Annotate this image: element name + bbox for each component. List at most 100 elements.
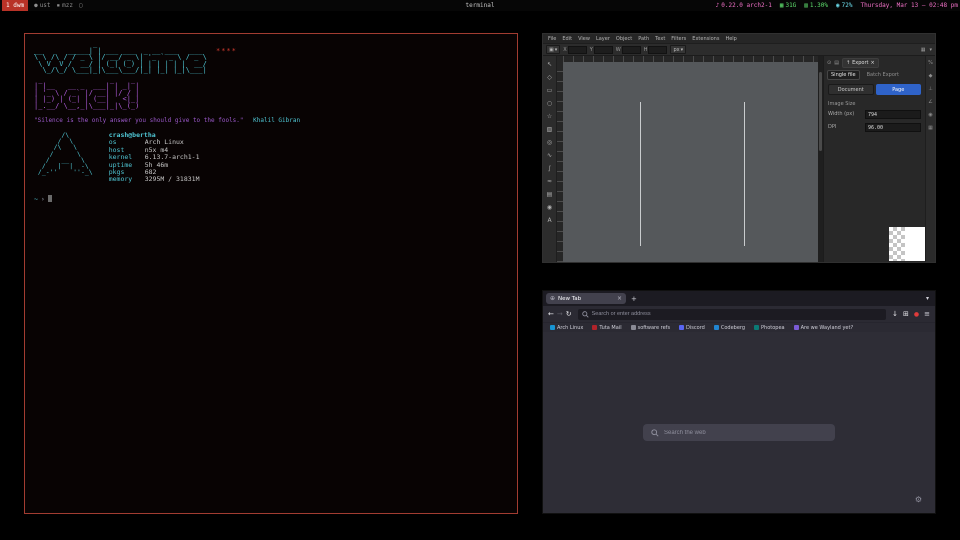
export-dock-tab[interactable]: ↑ Export ×	[842, 58, 879, 68]
ellipse-tool[interactable]: ○	[544, 97, 556, 110]
new-tab-button[interactable]: +	[631, 295, 637, 303]
hamburger-menu-icon[interactable]: ≡	[924, 310, 930, 318]
list-tabs-chevron-icon[interactable]: ▾	[926, 295, 929, 302]
extensions-icon[interactable]: ⊞	[903, 311, 909, 318]
forward-button[interactable]: →	[557, 311, 563, 318]
layout-symbol-icon[interactable]: ▢	[79, 2, 83, 9]
back-button[interactable]: ←	[548, 311, 554, 318]
url-bar[interactable]	[578, 309, 887, 320]
snap-bbox-icon[interactable]: ◆	[929, 73, 933, 79]
x-input[interactable]	[568, 46, 587, 54]
menu-text[interactable]: Text	[655, 36, 665, 42]
snap-node-icon[interactable]: ⊥	[928, 86, 932, 92]
prompt-cwd: ~	[34, 195, 38, 203]
menu-extensions[interactable]: Extensions	[692, 36, 719, 42]
snap-global-icon[interactable]: %	[928, 60, 933, 66]
tab-single-file[interactable]: Single file	[827, 70, 860, 80]
menu-help[interactable]: Help	[725, 36, 736, 42]
gradient-tool-icon: ▤	[547, 191, 553, 198]
menu-view[interactable]: View	[578, 36, 590, 42]
bookmark-are-we-wayland-yet[interactable]: Are we Wayland yet?	[794, 325, 853, 331]
snap-center-icon[interactable]: ◉	[928, 112, 932, 118]
unit-dropdown[interactable]: px ▾	[670, 45, 686, 54]
tab-batch-export[interactable]: Batch Export	[864, 71, 902, 79]
gradient-tool[interactable]: ▤	[544, 188, 556, 201]
newtab-search-input[interactable]	[664, 430, 827, 436]
arch-favicon	[550, 325, 555, 330]
y-input[interactable]	[594, 46, 613, 54]
snap-angle-icon[interactable]: ∠	[928, 99, 932, 105]
menu-edit[interactable]: Edit	[562, 36, 572, 42]
reload-button[interactable]: ↻	[566, 311, 572, 318]
scrollbar-thumb[interactable]	[819, 72, 822, 150]
inkscape-window: File Edit View Layer Object Path Text Fi…	[542, 33, 936, 263]
unit-label: px	[673, 47, 679, 53]
inkscape-canvas[interactable]	[563, 62, 818, 262]
menu-path[interactable]: Path	[638, 36, 649, 42]
h-field-label: H	[644, 47, 648, 53]
dock-wrench-icon[interactable]: ⊙	[827, 60, 831, 66]
discord-favicon	[679, 325, 684, 330]
select-tool-icon: ↖	[547, 61, 552, 68]
menu-layer[interactable]: Layer	[596, 36, 610, 42]
bookmark-arch-linux[interactable]: Arch Linux	[550, 325, 583, 331]
personalize-gear-icon[interactable]: ⚙	[915, 495, 922, 504]
text-tool[interactable]: A	[544, 214, 556, 227]
dpi-input[interactable]	[865, 123, 921, 132]
bookmark-codeberg[interactable]: Codeberg	[714, 325, 745, 331]
box3d-tool[interactable]: ▧	[544, 123, 556, 136]
export-document-button[interactable]: Document	[828, 84, 874, 95]
canvas-vertical-scrollbar[interactable]	[818, 56, 823, 262]
dropper-tool[interactable]: ◉	[544, 201, 556, 214]
menu-filters[interactable]: Filters	[671, 36, 686, 42]
bookmark-discord[interactable]: Discord	[679, 325, 705, 331]
star-tool[interactable]: ☆	[544, 110, 556, 123]
snap-toolbar: % ◆ ⊥ ∠ ◉ ▦	[925, 56, 935, 262]
bookmark-label: Arch Linux	[557, 325, 583, 331]
terminal-window[interactable]: _ __ _____| | ___ ___ _ __ ___ ___ \ \ /…	[24, 33, 518, 514]
chevron-down-icon[interactable]: ▾	[929, 47, 932, 53]
snap-icon[interactable]: ▦	[921, 47, 926, 53]
newtab-search-box[interactable]	[643, 424, 835, 441]
menu-object[interactable]: Object	[616, 36, 632, 42]
calligraphy-tool[interactable]: ≈	[544, 175, 556, 188]
select-tool[interactable]: ↖	[544, 58, 556, 71]
fetch-row-memory: memory 3295M / 31831M	[109, 176, 200, 183]
bookmark-tuta-mail[interactable]: Tuta Mail	[592, 325, 621, 331]
export-width-row: Width (px)	[828, 110, 921, 119]
width-input[interactable]	[865, 110, 921, 119]
downloads-icon[interactable]: ↓	[892, 311, 898, 318]
pen-tool[interactable]: ∫	[544, 162, 556, 175]
snap-grid-icon[interactable]: ▦	[928, 125, 933, 131]
folder-icon	[631, 325, 636, 330]
w-input[interactable]	[622, 46, 641, 54]
menu-file[interactable]: File	[548, 36, 556, 42]
bookmark-photopea[interactable]: Photopea	[754, 325, 785, 331]
browser-tab-newtab[interactable]: ⊕ New Tab ×	[546, 293, 626, 304]
workspace-tag-ust[interactable]: ● ust	[34, 2, 50, 9]
close-icon[interactable]: ×	[871, 60, 875, 66]
workspace-tag-active[interactable]: 1 dwm	[2, 0, 28, 11]
export-page-button[interactable]: Page	[876, 84, 922, 95]
photopea-favicon	[754, 325, 759, 330]
tool-options-button[interactable]: ▣ ▾	[546, 45, 560, 54]
h-input[interactable]	[648, 46, 667, 54]
system-fetch: /\ / \ /\ \ / \ / __ \ / | | -\ /_-'' ''…	[34, 132, 508, 184]
recorder-extension-icon[interactable]: ●	[914, 311, 919, 318]
bookmark-label: Tuta Mail	[599, 325, 621, 331]
shell-prompt[interactable]: ~ ›	[34, 195, 508, 203]
workspace-tag-mzz[interactable]: ▪ mzz	[57, 2, 73, 9]
bookmark-software-refs[interactable]: software refs	[631, 325, 670, 331]
status-clock-text: Thursday, Mar 13 — 02:48 pm	[860, 2, 958, 9]
spiral-tool[interactable]: ◎	[544, 136, 556, 149]
node-tool[interactable]: ◇	[544, 71, 556, 84]
pencil-tool[interactable]: ∿	[544, 149, 556, 162]
url-input[interactable]	[592, 311, 883, 317]
dock-panel-icon[interactable]: ▤	[834, 60, 839, 66]
tab-close-icon[interactable]: ×	[617, 295, 622, 302]
status-bar: 1 dwm ● ust ▪ mzz ▢ terminal ♪ 0.22.0 ar…	[0, 0, 960, 11]
dropdown-arrow-icon: ▾	[681, 47, 684, 53]
rect-tool[interactable]: ▭	[544, 84, 556, 97]
status-cpu: ▥ 1.30%	[804, 2, 828, 9]
quote-author: Khalil Gibran	[253, 117, 300, 124]
